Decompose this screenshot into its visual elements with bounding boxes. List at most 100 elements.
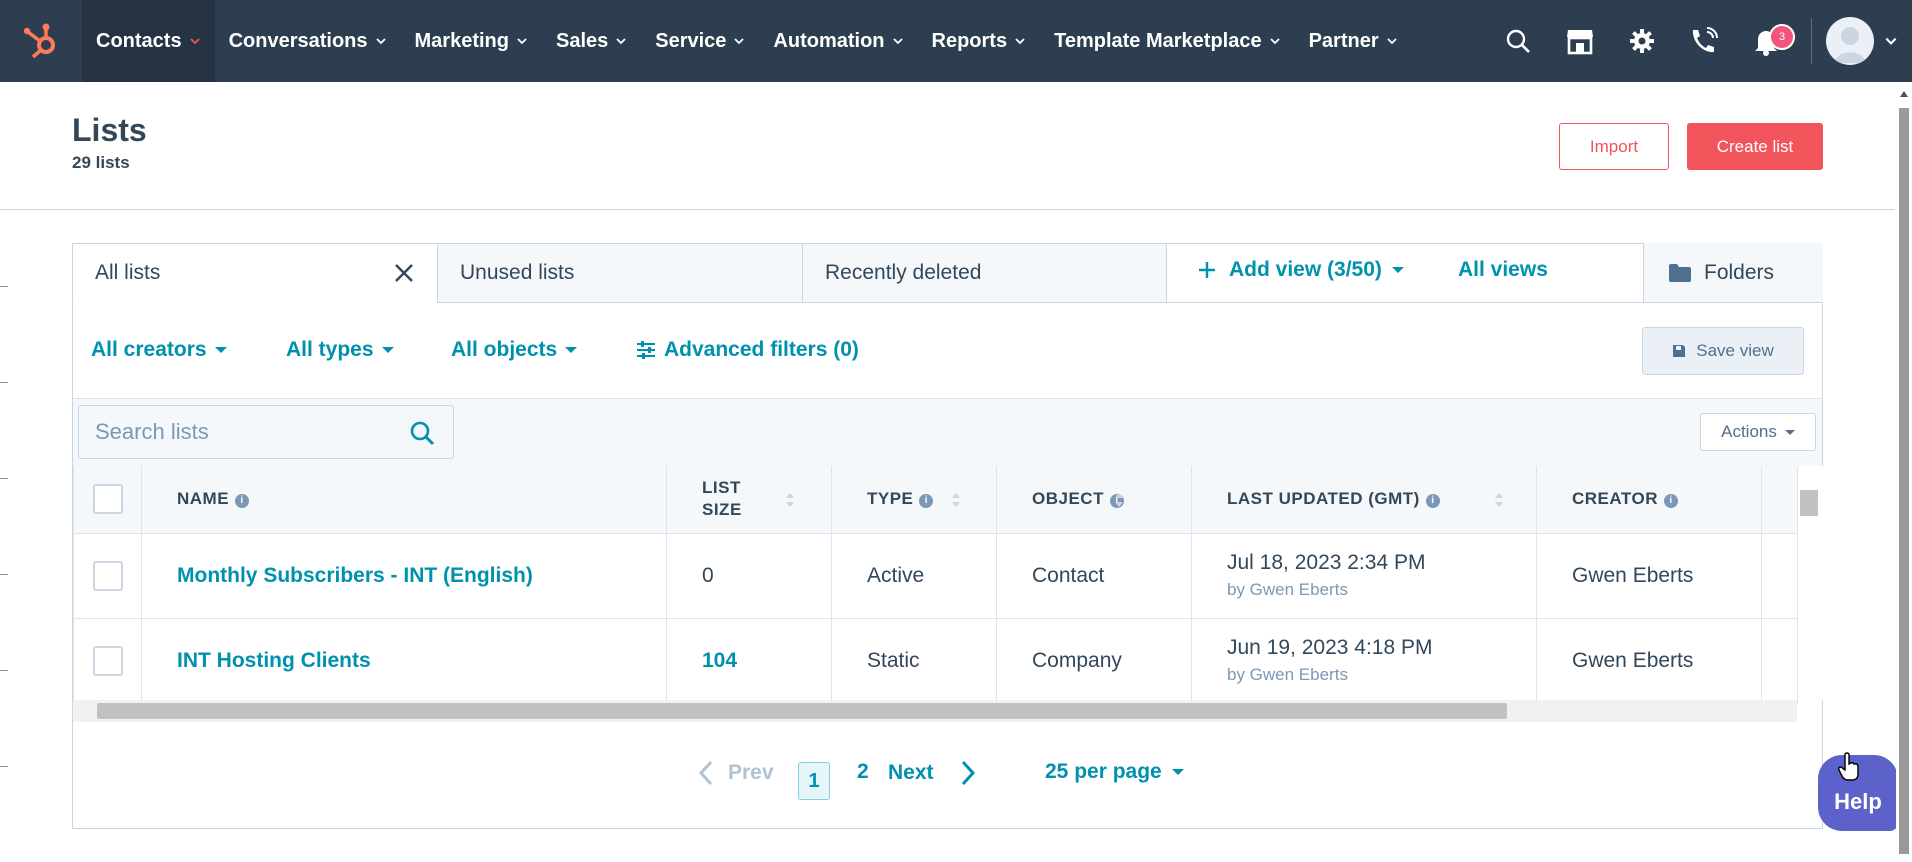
list-name-link[interactable]: INT Hosting Clients bbox=[177, 649, 371, 672]
caret-down-icon bbox=[1784, 429, 1795, 435]
nav-label: Conversations bbox=[228, 29, 368, 52]
nav-marketing[interactable]: Marketing bbox=[401, 0, 542, 82]
save-view-button[interactable]: Save view bbox=[1642, 327, 1804, 375]
caret-down-icon bbox=[1171, 769, 1184, 775]
plus-icon bbox=[1199, 262, 1215, 278]
nav-service[interactable]: Service bbox=[641, 0, 759, 82]
add-view-label: Add view (3/50) bbox=[1229, 258, 1382, 281]
column-header-type[interactable]: TYPE i bbox=[831, 466, 997, 534]
all-views-link[interactable]: All views bbox=[1458, 258, 1548, 282]
folders-button[interactable]: Folders bbox=[1643, 243, 1823, 303]
gear-icon[interactable] bbox=[1611, 0, 1673, 82]
notifications-bell-icon[interactable]: 3 bbox=[1735, 0, 1797, 82]
nav-automation[interactable]: Automation bbox=[759, 0, 917, 82]
nav-template-marketplace[interactable]: Template Marketplace bbox=[1040, 0, 1295, 82]
column-header-creator[interactable]: CREATOR i bbox=[1536, 466, 1762, 534]
nav-sales[interactable]: Sales bbox=[542, 0, 641, 82]
sort-icon[interactable] bbox=[951, 490, 961, 510]
advanced-filters-button[interactable]: Advanced filters (0) bbox=[636, 338, 859, 362]
row-checkbox[interactable] bbox=[93, 645, 123, 676]
updated-by: by Gwen Eberts bbox=[1227, 665, 1348, 684]
list-size-link[interactable]: 104 bbox=[702, 649, 737, 672]
sort-icon[interactable] bbox=[785, 490, 795, 510]
tab-all-lists[interactable]: All lists bbox=[72, 243, 438, 303]
sort-icon[interactable] bbox=[1114, 490, 1124, 510]
caret-down-icon bbox=[214, 347, 227, 353]
table-header-row: NAME i LIST SIZE TYPE i OBJECT i LAST UPDATE… bbox=[73, 466, 1798, 534]
nav-label: Automation bbox=[773, 29, 885, 52]
info-icon[interactable]: i bbox=[235, 494, 250, 509]
nav-label: Template Marketplace bbox=[1054, 29, 1262, 52]
filter-all-objects[interactable]: All objects bbox=[451, 338, 578, 362]
save-view-label: Save view bbox=[1696, 341, 1774, 360]
header-divider bbox=[0, 209, 1895, 210]
tab-label: Recently deleted bbox=[825, 261, 982, 284]
column-header-name[interactable]: NAME i bbox=[141, 466, 693, 534]
nav-reports[interactable]: Reports bbox=[918, 0, 1041, 82]
nav-contacts[interactable]: Contacts bbox=[82, 0, 215, 82]
tab-baseline bbox=[1166, 302, 1643, 303]
column-label: CREATOR bbox=[1572, 489, 1658, 509]
page-1-button[interactable]: 1 bbox=[798, 762, 830, 800]
account-menu[interactable] bbox=[1826, 17, 1912, 65]
column-label: LIST bbox=[702, 478, 741, 498]
list-name-link[interactable]: Monthly Subscribers - INT (English) bbox=[177, 564, 533, 587]
per-page-dropdown[interactable]: 25 per page bbox=[1045, 760, 1184, 784]
list-size-cell: 104 bbox=[666, 617, 832, 704]
column-header-object[interactable]: OBJECT i bbox=[996, 466, 1192, 534]
select-all-checkbox[interactable] bbox=[93, 484, 123, 515]
table-row: INT Hosting Clients 104 Static Company J… bbox=[73, 617, 1798, 704]
column-header-list-size[interactable]: LIST SIZE bbox=[666, 466, 832, 534]
page-vertical-scroll-thumb[interactable] bbox=[1899, 108, 1909, 854]
tab-recently-deleted[interactable]: Recently deleted bbox=[802, 243, 1167, 303]
search-icon[interactable] bbox=[1487, 0, 1549, 82]
info-icon[interactable]: i bbox=[1664, 494, 1678, 509]
scroll-up-arrow-icon[interactable] bbox=[1899, 90, 1909, 98]
actions-dropdown[interactable]: Actions bbox=[1700, 413, 1816, 451]
filter-all-creators[interactable]: All creators bbox=[91, 338, 227, 362]
tab-unused-lists[interactable]: Unused lists bbox=[437, 243, 803, 303]
info-icon[interactable]: i bbox=[1425, 494, 1440, 509]
column-header-overflow bbox=[1761, 466, 1798, 534]
table-horizontal-scroll-thumb[interactable] bbox=[97, 703, 1507, 719]
type-cell: Static bbox=[831, 617, 997, 704]
updated-date: Jul 18, 2023 2:34 PM bbox=[1227, 551, 1426, 574]
nav-partner[interactable]: Partner bbox=[1295, 0, 1412, 82]
column-header-last-updated[interactable]: LAST UPDATED (GMT) i bbox=[1191, 466, 1537, 534]
hubspot-logo-icon[interactable] bbox=[0, 0, 82, 82]
search-icon[interactable] bbox=[409, 420, 435, 446]
column-label: SIZE bbox=[702, 500, 742, 520]
next-page-button[interactable]: Next bbox=[888, 760, 976, 786]
import-button[interactable]: Import bbox=[1559, 123, 1669, 170]
filter-all-types[interactable]: All types bbox=[286, 338, 394, 362]
creator-cell: Gwen Eberts bbox=[1536, 532, 1762, 619]
left-edge-ticks bbox=[0, 286, 8, 862]
filter-label: All creators bbox=[91, 338, 207, 361]
object-cell: Contact bbox=[996, 532, 1192, 619]
nav-divider bbox=[1811, 18, 1812, 64]
next-label: Next bbox=[888, 761, 934, 784]
phone-icon[interactable] bbox=[1673, 0, 1735, 82]
search-placeholder: Search lists bbox=[95, 419, 209, 444]
page-2-button[interactable]: 2 bbox=[857, 760, 869, 784]
list-count: 29 lists bbox=[72, 153, 130, 172]
lists-table: NAME i LIST SIZE TYPE i OBJECT i LAST UPDATE… bbox=[73, 466, 1798, 704]
chevron-down-icon bbox=[1386, 38, 1397, 45]
search-input[interactable]: Search lists bbox=[78, 405, 454, 459]
add-view-button[interactable]: Add view (3/50) bbox=[1197, 258, 1404, 282]
nav-conversations[interactable]: Conversations bbox=[215, 0, 401, 82]
prev-page-button[interactable]: Prev bbox=[698, 760, 774, 786]
create-list-button[interactable]: Create list bbox=[1687, 123, 1823, 170]
close-icon[interactable] bbox=[391, 260, 417, 286]
info-icon[interactable]: i bbox=[919, 494, 934, 509]
row-checkbox[interactable] bbox=[93, 560, 123, 591]
chevron-down-icon bbox=[892, 38, 903, 45]
chevron-down-icon bbox=[375, 38, 386, 45]
marketplace-icon[interactable] bbox=[1549, 0, 1611, 82]
chevron-left-icon bbox=[698, 760, 713, 786]
caret-down-icon bbox=[1391, 267, 1404, 273]
table-vertical-scroll-thumb[interactable] bbox=[1800, 490, 1818, 516]
column-label: NAME bbox=[177, 489, 230, 509]
nav-label: Partner bbox=[1308, 29, 1379, 52]
sort-icon[interactable] bbox=[1494, 490, 1504, 510]
